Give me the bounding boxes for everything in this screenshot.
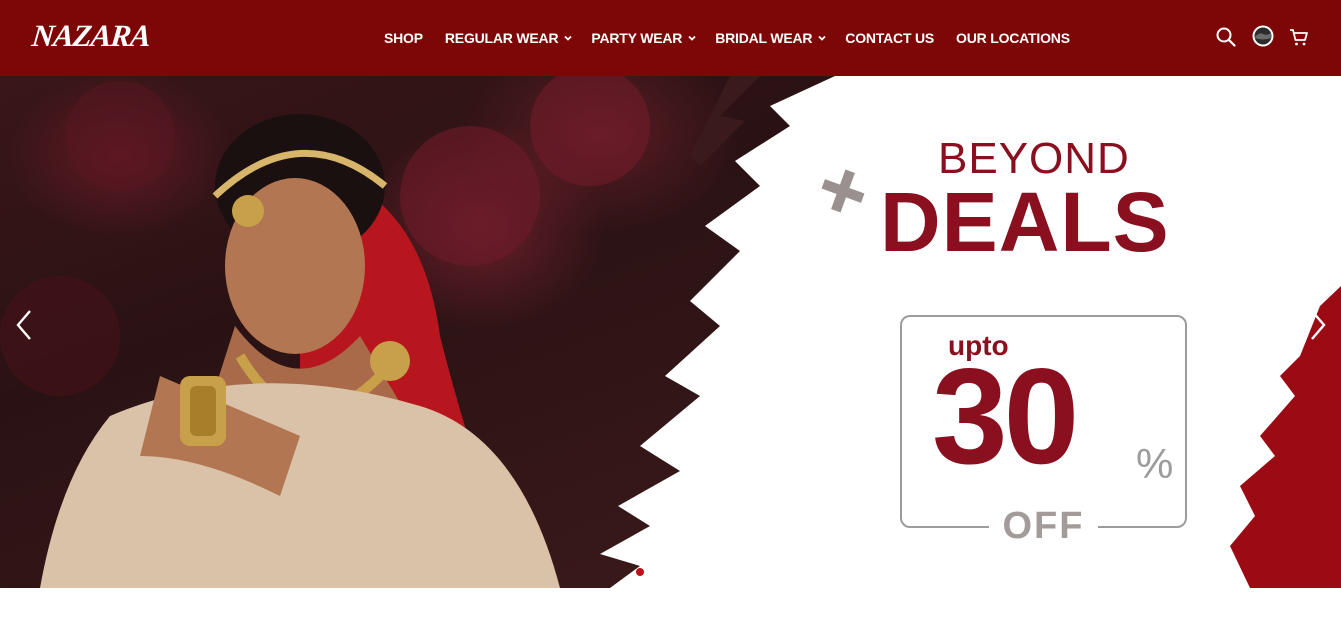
search-icon[interactable]	[1214, 25, 1238, 49]
nav-label: OUR LOCATIONS	[956, 30, 1070, 46]
brand-logo[interactable]: NAZARA	[30, 18, 198, 54]
nav-item-bridal-wear[interactable]: BRIDAL WEAR	[715, 30, 827, 46]
carousel-prev-arrow[interactable]	[12, 308, 36, 342]
nav-item-party-wear[interactable]: PARTY WEAR	[591, 30, 697, 46]
nav-label: CONTACT US	[845, 30, 935, 46]
carousel-dot-1[interactable]	[636, 568, 644, 576]
nav-item-contact-us[interactable]: CONTACT US	[845, 30, 934, 46]
promo-off-wrap: OFF	[900, 504, 1187, 548]
promo-line-deals: DEALS	[880, 175, 1170, 269]
chevron-down-icon	[563, 33, 573, 43]
carousel-dot-2[interactable]	[652, 568, 660, 576]
nav-label: BRIDAL WEAR	[715, 30, 813, 46]
carousel-dots	[636, 568, 660, 576]
promo-discount-number: 30	[932, 340, 1079, 492]
promo-panel: BEYOND DEALS upto 30 % OFF	[0, 76, 1341, 588]
promo-off: OFF	[988, 504, 1099, 548]
promo-percent: %	[1136, 440, 1174, 487]
nav-label: SHOP	[384, 30, 423, 46]
nav-item-shop[interactable]: SHOP	[384, 30, 423, 46]
nav-item-our-locations[interactable]: OUR LOCATIONS	[956, 30, 1070, 46]
account-avatar-icon[interactable]	[1251, 24, 1275, 48]
plus-mark-icon	[821, 169, 865, 213]
main-nav: SHOP REGULAR WEAR PARTY WEAR BRIDAL WEAR…	[384, 0, 1070, 76]
site-header: NAZARA SHOP REGULAR WEAR PARTY WEAR BRID…	[0, 0, 1341, 76]
nav-label: PARTY WEAR	[591, 30, 683, 46]
cart-icon[interactable]	[1287, 25, 1311, 49]
carousel-next-arrow[interactable]	[1306, 308, 1330, 342]
chevron-down-icon	[687, 33, 697, 43]
chevron-down-icon	[817, 33, 827, 43]
nav-item-regular-wear[interactable]: REGULAR WEAR	[445, 30, 573, 46]
nav-label: REGULAR WEAR	[444, 30, 559, 46]
hero-banner: BEYOND DEALS upto 30 % OFF	[0, 76, 1341, 588]
